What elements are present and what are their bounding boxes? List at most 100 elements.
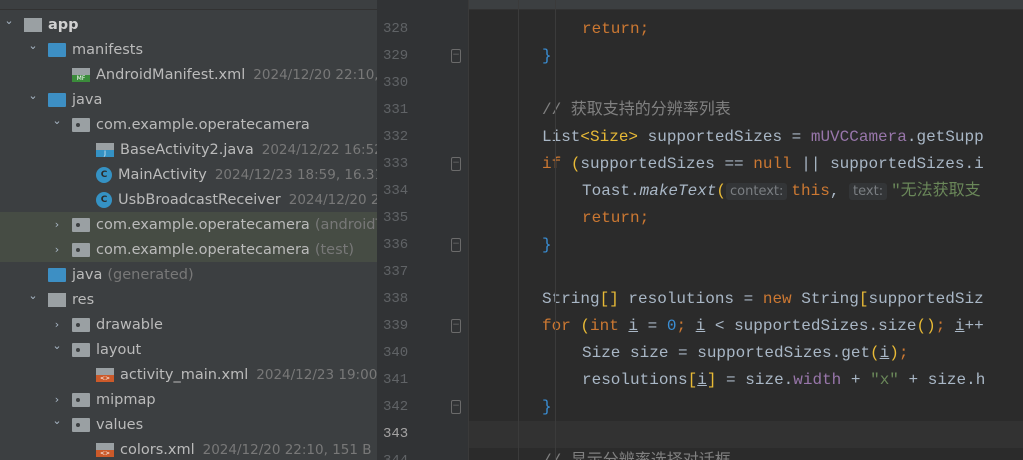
chevron-right-icon[interactable]: › [50,218,64,231]
fold-collapse-icon[interactable]: − [451,319,461,333]
tree-item-label: app [48,16,79,33]
code-token: int [590,317,629,335]
tree-item[interactable]: › drawable [0,312,377,337]
code-line[interactable]: String[] resolutions = new String[suppor… [542,286,984,313]
code-line[interactable]: // 显示分辨率选择对话框 [542,448,731,460]
line-number: 342 [383,399,409,415]
tree-item-label: com.example.operatecamera [96,216,310,233]
module-icon [24,17,42,32]
tree-item[interactable]: ⌄ layout [0,337,377,362]
tree-item-label: BaseActivity2.java [120,141,254,158]
tree-item[interactable]: ⌄ app [0,12,377,37]
parameter-hint: context: [726,183,788,200]
code-token: + [841,371,871,389]
tree-item-label: values [96,416,144,433]
manifest-file-icon: MF [72,67,90,82]
tree-item[interactable]: J BaseActivity2.java 2024/12/22 16:52, 12. [0,137,377,162]
tree-item[interactable]: ⌄ res [0,287,377,312]
package-icon [72,217,90,232]
code-token: i [879,344,890,362]
code-line[interactable]: Size size = supportedSizes.get(i); [582,340,908,367]
tree-item-hint: (test) [314,241,354,258]
code-line[interactable]: for (int i = 0; i < supportedSizes.size(… [542,313,984,340]
tree-item[interactable]: MF AndroidManifest.xml 2024/12/20 22:10, 2… [0,62,377,87]
editor-gutter: 328 329 − 330 331 332 333 − 334 335 336 − 337 338 339 −… [377,0,469,460]
indent-guide [555,0,556,460]
code-token: resolutions [582,371,688,389]
chevron-down-icon[interactable]: ⌄ [26,89,40,102]
code-token: "x" [870,371,899,389]
tree-item[interactable]: ⌄ manifests [0,37,377,62]
fold-end-icon[interactable]: − [451,238,461,252]
tree-item[interactable]: <> activity_main.xml 2024/12/23 19:00, 1.4… [0,362,377,387]
tree-item[interactable]: C UsbBroadcastReceiver 2024/12/20 22:10 [0,187,377,212]
code-token: i [628,317,639,335]
line-number: 335 [383,210,409,226]
tree-item[interactable]: ⌄ java [0,87,377,112]
tree-item[interactable]: › com.example.operatecamera(androidTest) [0,212,377,237]
chevron-down-icon[interactable]: ⌄ [26,39,40,52]
code-line[interactable]: resolutions[i] = size.width + "x" + size… [582,367,985,394]
code-token: supportedSizes = [638,128,811,146]
parameter-hint: text: [849,183,888,200]
code-line[interactable]: } [542,43,552,70]
code-line[interactable]: if (supportedSizes == null || supportedS… [542,151,984,178]
folder-icon [48,42,66,57]
code-line[interactable]: List<Size> supportedSizes = mUVCCamera.g… [542,124,984,151]
code-token: 0 [666,317,677,335]
code-token: () [916,317,936,335]
chevron-down-icon[interactable]: ⌄ [50,339,64,352]
code-token: i [697,371,707,389]
code-token: "无法获取支 [891,182,981,200]
line-number: 330 [383,75,409,91]
tree-item-label: activity_main.xml [120,366,249,383]
code-token: supportedSizes == [580,155,754,173]
project-tree-panel: ⌄ app ⌄ manifests MF AndroidManifest.xml 2024/… [0,0,377,460]
tree-item-label: MainActivity [118,166,207,183]
code-token: null [753,155,792,173]
chevron-right-icon[interactable]: › [50,318,64,331]
chevron-down-icon[interactable]: ⌄ [50,114,64,127]
code-token: [ [687,371,698,389]
tree-item[interactable]: ⌄ com.example.operatecamera [0,112,377,137]
tree-item-label: com.example.operatecamera [96,116,310,133]
editor-tab-bar[interactable] [377,0,1023,10]
code-line[interactable]: return; [582,205,649,232]
tree-item-label: res [72,291,95,308]
code-editor[interactable]: 328 329 − 330 331 332 333 − 334 335 336 − 337 338 339 −… [377,0,1023,460]
fold-end-icon[interactable]: − [451,400,461,414]
code-line[interactable]: // 获取支持的分辨率列表 [542,97,731,124]
chevron-down-icon[interactable]: ⌄ [2,14,16,27]
fold-end-icon[interactable]: − [451,49,461,63]
tree-item[interactable]: <> colors.xml 2024/12/20 22:10, 151 B [0,437,377,460]
code-token: ] [706,371,717,389]
indent-guide [518,0,519,460]
chevron-down-icon[interactable]: ⌄ [26,289,40,302]
code-token: ; [676,317,696,335]
chevron-right-icon[interactable]: › [50,393,64,406]
tree-item[interactable]: java (generated) [0,262,377,287]
tree-item[interactable]: › mipmap [0,387,377,412]
code-token: } [542,236,552,254]
package-icon [72,417,90,432]
tree-item[interactable]: C MainActivity 2024/12/23 18:59, 16.31 kB [0,162,377,187]
code-line[interactable]: return; [582,16,649,43]
code-line[interactable]: } [542,394,552,421]
code-token: } [542,47,552,65]
chevron-down-icon[interactable]: ⌄ [50,414,64,427]
res-folder-icon [48,292,66,307]
code-token: .getSupp [906,128,984,146]
code-token: ) [889,344,899,362]
folder-icon [48,92,66,107]
code-token: < supportedSizes.size [705,317,917,335]
code-token: = size. [716,371,794,389]
tree-item-label: mipmap [96,391,156,408]
tree-item-label: drawable [96,316,163,333]
tree-item[interactable]: › com.example.operatecamera (test) [0,237,377,262]
tree-item[interactable]: ⌄ values [0,412,377,437]
chevron-right-icon[interactable]: › [50,243,64,256]
code-line[interactable]: } [542,232,552,259]
code-token: String [801,290,859,308]
fold-collapse-icon[interactable]: − [451,157,461,171]
code-line[interactable]: Toast.makeText(context: this, text: "无法获取支 [582,178,981,205]
